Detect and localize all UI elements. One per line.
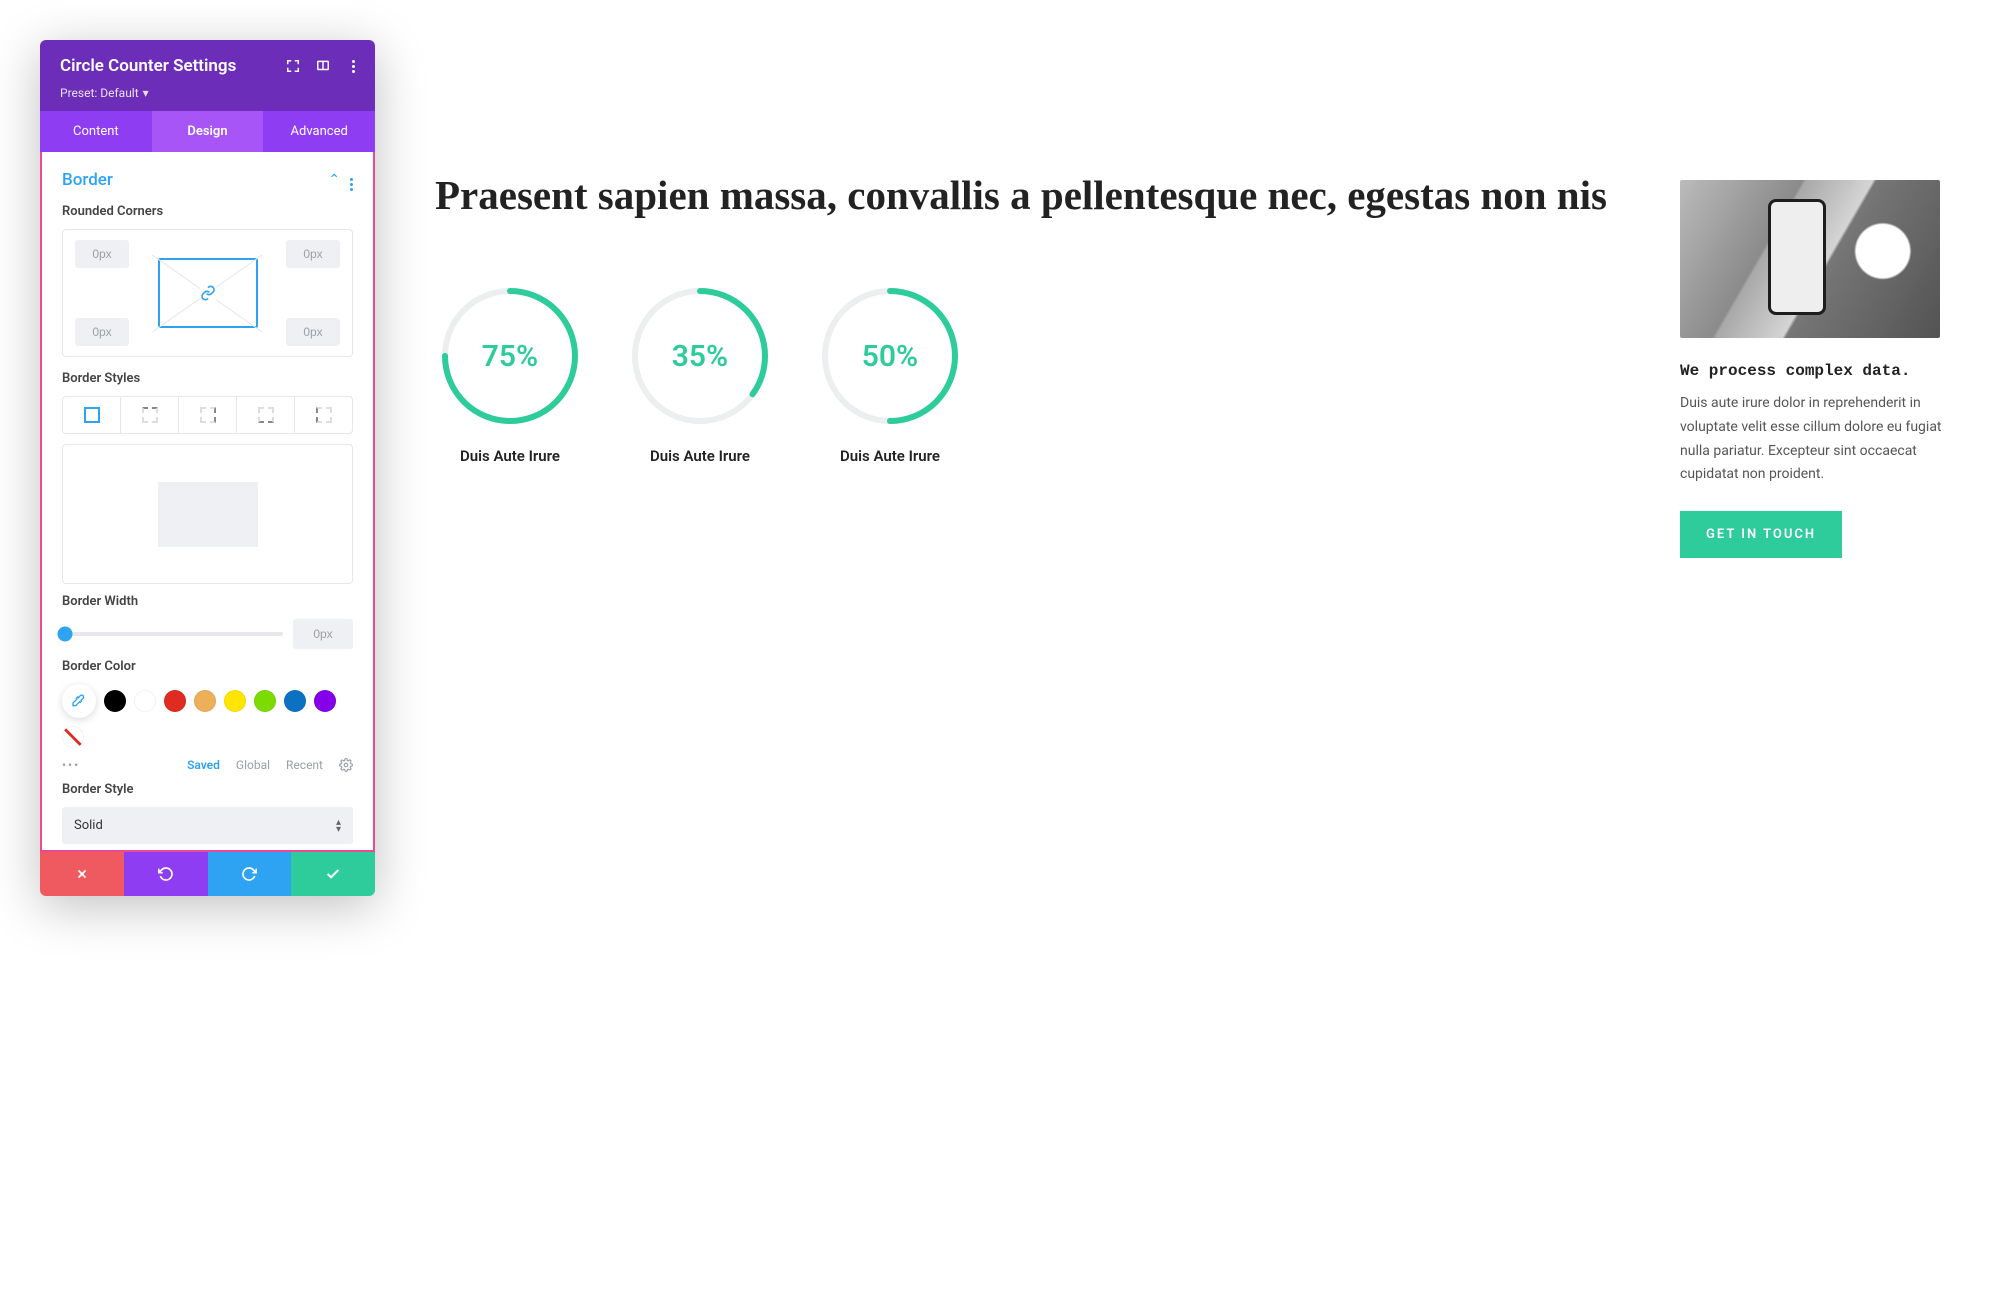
gear-icon[interactable]	[339, 758, 353, 772]
undo-icon	[158, 866, 174, 882]
color-picker-button[interactable]	[62, 684, 96, 718]
border-styles-tabs	[62, 396, 353, 434]
section-more-icon[interactable]	[350, 171, 353, 190]
color-swatch[interactable]	[164, 690, 186, 712]
circle-counter[interactable]: 50% Duis Aute Irure	[815, 281, 965, 465]
expand-icon[interactable]	[285, 58, 301, 74]
more-icon[interactable]	[345, 58, 361, 74]
collapse-icon[interactable]: ⌃	[328, 172, 340, 188]
color-swatch[interactable]	[134, 690, 156, 712]
redo-icon	[241, 866, 257, 882]
rounded-corners-control	[62, 229, 353, 357]
color-tab-global[interactable]: Global	[236, 758, 270, 772]
border-width-label: Border Width	[62, 594, 353, 609]
tab-advanced[interactable]: Advanced	[263, 111, 375, 152]
corner-tr-input[interactable]	[286, 240, 340, 268]
border-style-right[interactable]	[179, 397, 237, 433]
border-preview-inner	[158, 482, 258, 547]
counter-label: Duis Aute Irure	[625, 447, 775, 465]
panel-body: Border ⌃ Rounded Corners Border Styles	[40, 152, 375, 852]
color-swatch[interactable]	[254, 690, 276, 712]
counter-value: 35%	[625, 281, 775, 431]
section-title[interactable]: Border	[62, 170, 113, 190]
tab-design[interactable]: Design	[152, 111, 264, 152]
corner-br-input[interactable]	[286, 318, 340, 346]
preset-selector[interactable]: Preset: Default ▾	[60, 86, 149, 100]
corner-link-toggle[interactable]	[158, 258, 258, 328]
border-width-input[interactable]	[293, 619, 353, 649]
color-tab-recent[interactable]: Recent	[286, 758, 323, 772]
color-tab-saved[interactable]: Saved	[187, 758, 220, 772]
select-chevron-icon: ▴▾	[336, 819, 341, 833]
slider-thumb[interactable]	[58, 627, 73, 642]
aside: We process complex data. Duis aute irure…	[1680, 170, 1960, 558]
color-swatch-none[interactable]	[62, 726, 84, 748]
border-style-label: Border Style	[62, 782, 353, 797]
responsive-icon[interactable]	[315, 58, 331, 74]
border-style-all[interactable]	[63, 397, 121, 433]
corner-bl-input[interactable]	[75, 318, 129, 346]
counter-label: Duis Aute Irure	[815, 447, 965, 465]
aside-image	[1680, 180, 1940, 338]
circle-counter[interactable]: 75% Duis Aute Irure	[435, 281, 585, 465]
border-style-value: Solid	[74, 818, 103, 833]
circle-counter[interactable]: 35% Duis Aute Irure	[625, 281, 775, 465]
chevron-down-icon: ▾	[143, 86, 149, 100]
cta-button[interactable]: GET IN TOUCH	[1680, 511, 1842, 558]
counters-row: 75% Duis Aute Irure 35% Duis Aute Irure …	[435, 281, 1630, 465]
border-style-select[interactable]: Solid ▴▾	[62, 807, 353, 844]
counter-label: Duis Aute Irure	[435, 447, 585, 465]
border-width-slider[interactable]	[62, 632, 283, 636]
panel-header: Circle Counter Settings Preset: Default …	[40, 40, 375, 111]
cancel-button[interactable]	[40, 852, 124, 896]
border-style-left[interactable]	[295, 397, 352, 433]
color-swatch[interactable]	[224, 690, 246, 712]
counter-value: 75%	[435, 281, 585, 431]
border-preview	[62, 444, 353, 584]
preset-label: Preset: Default	[60, 86, 139, 100]
color-swatch[interactable]	[194, 690, 216, 712]
check-icon	[325, 866, 341, 882]
border-style-top[interactable]	[121, 397, 179, 433]
border-color-label: Border Color	[62, 659, 353, 674]
undo-button[interactable]	[124, 852, 208, 896]
color-swatch-row	[62, 684, 353, 748]
aside-heading: We process complex data.	[1680, 362, 1960, 380]
aside-body: Duis aute irure dolor in reprehenderit i…	[1680, 392, 1960, 487]
counter-value: 50%	[815, 281, 965, 431]
panel-tabs: Content Design Advanced	[40, 111, 375, 152]
border-styles-label: Border Styles	[62, 371, 353, 386]
tab-content[interactable]: Content	[40, 111, 152, 152]
close-icon	[75, 867, 89, 881]
redo-button[interactable]	[208, 852, 292, 896]
rounded-corners-label: Rounded Corners	[62, 204, 353, 219]
color-swatch[interactable]	[104, 690, 126, 712]
color-swatch[interactable]	[284, 690, 306, 712]
corner-tl-input[interactable]	[75, 240, 129, 268]
page-content: Praesent sapien massa, convallis a pelle…	[435, 40, 1960, 558]
color-swatch[interactable]	[314, 690, 336, 712]
page-headline: Praesent sapien massa, convallis a pelle…	[435, 170, 1630, 221]
link-icon	[200, 285, 216, 301]
border-style-bottom[interactable]	[237, 397, 295, 433]
save-button[interactable]	[291, 852, 375, 896]
eyedropper-icon	[71, 693, 87, 709]
color-more-icon[interactable]: •••	[62, 758, 80, 772]
panel-footer	[40, 852, 375, 896]
settings-panel: Circle Counter Settings Preset: Default …	[40, 40, 375, 896]
